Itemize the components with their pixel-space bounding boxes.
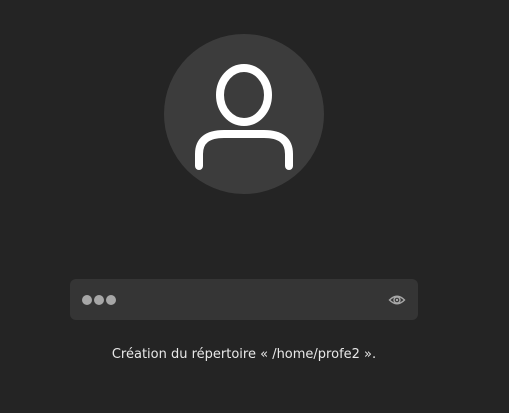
password-dot bbox=[82, 294, 92, 305]
password-mask bbox=[82, 279, 116, 320]
login-screen: Création du répertoire « /home/profe2 ». bbox=[0, 0, 509, 413]
user-avatar-icon bbox=[195, 64, 293, 170]
password-field[interactable] bbox=[70, 279, 418, 320]
eye-icon[interactable] bbox=[388, 291, 406, 309]
status-message: Création du répertoire « /home/profe2 ». bbox=[111, 347, 377, 362]
user-avatar bbox=[164, 34, 324, 194]
password-dot bbox=[94, 294, 104, 305]
password-dot bbox=[106, 294, 116, 305]
